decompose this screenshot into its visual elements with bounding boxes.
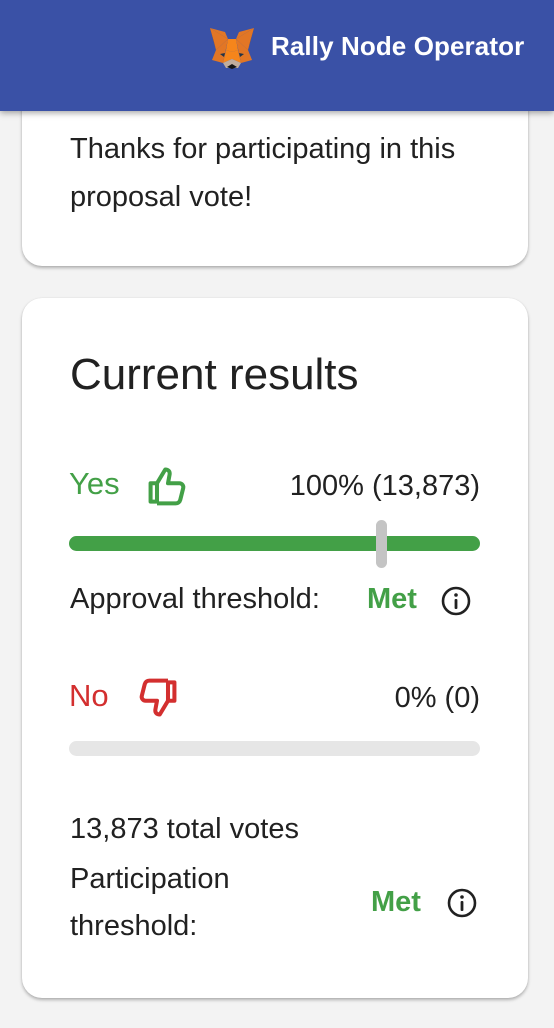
info-icon[interactable] [446, 887, 478, 919]
thanks-message: Thanks for participating in this proposa… [70, 133, 456, 213]
info-icon[interactable] [440, 585, 472, 617]
no-value: 0% (0) [394, 682, 480, 714]
approval-threshold-label: Approval threshold: [70, 583, 320, 615]
yes-value: 100% (13,873) [289, 470, 480, 502]
participation-threshold-label: Participation threshold: [70, 863, 230, 942]
yes-progress-fill [69, 536, 480, 551]
no-label: No [69, 678, 109, 713]
approval-threshold-marker [376, 520, 388, 568]
yes-label: Yes [69, 466, 120, 501]
results-title: Current results [70, 350, 359, 399]
app-title: Rally Node Operator [271, 31, 525, 61]
results-card: Current results Yes 100% (13,873) Approv… [22, 298, 528, 998]
app-bar: Rally Node Operator [0, 0, 554, 111]
no-progress-bar [69, 741, 480, 756]
total-votes: 13,873 total votes [70, 813, 299, 845]
thumb-down-icon [139, 678, 177, 717]
yes-progress-bar [69, 536, 480, 551]
thumb-up-icon [148, 467, 186, 506]
metamask-fox-icon [210, 28, 254, 69]
participation-threshold-status: Met [371, 886, 421, 918]
approval-threshold-status: Met [367, 583, 417, 615]
